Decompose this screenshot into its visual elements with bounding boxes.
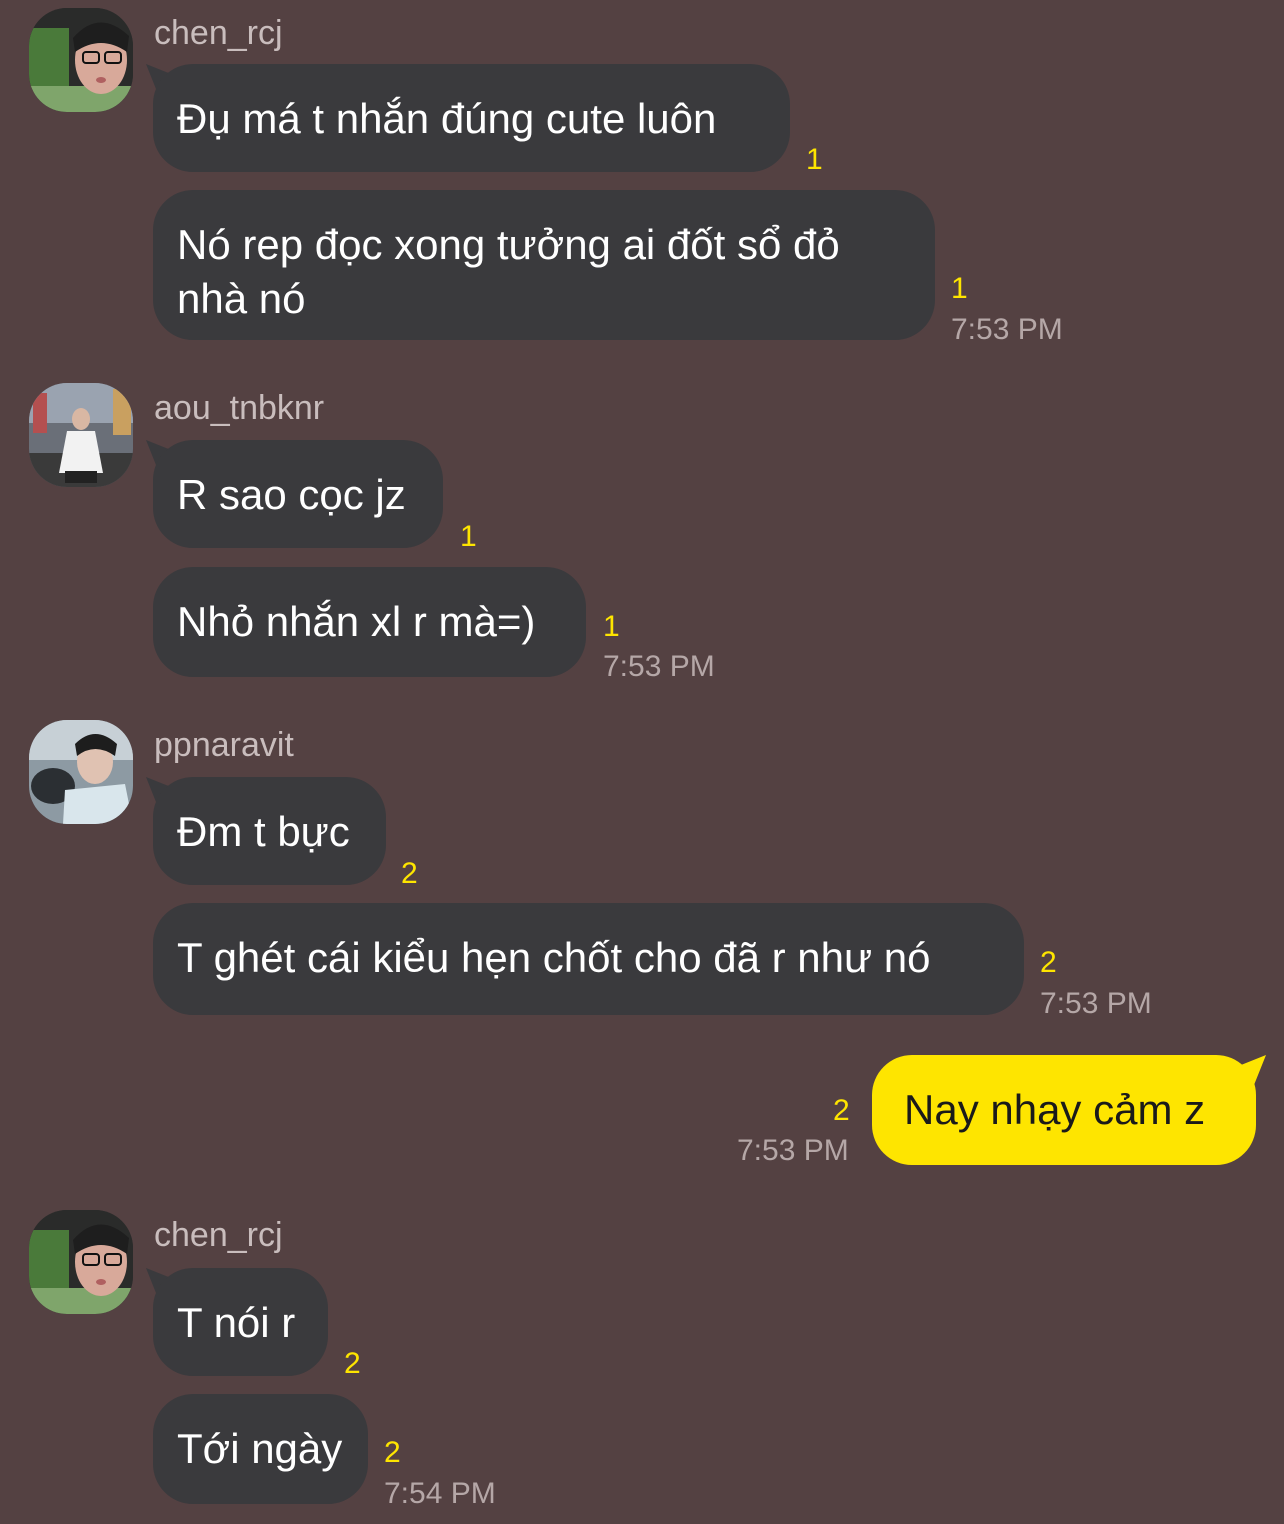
sender-name: chen_rcj xyxy=(154,14,283,52)
message-bubble[interactable]: R sao cọc jz xyxy=(153,440,443,548)
timestamp: 7:53 PM xyxy=(737,1134,849,1167)
avatar-chen-image xyxy=(29,1210,133,1314)
sender-name: chen_rcj xyxy=(154,1216,283,1254)
message-bubble[interactable]: Đụ má t nhắn đúng cute luôn xyxy=(153,64,790,172)
unread-count: 1 xyxy=(460,520,477,553)
message-bubble[interactable]: Đm t bực xyxy=(153,777,386,885)
avatar[interactable] xyxy=(29,720,133,824)
avatar[interactable] xyxy=(29,383,133,487)
my-message-bubble[interactable]: Nay nhạy cảm z xyxy=(872,1055,1256,1165)
unread-count: 1 xyxy=(603,610,620,643)
sender-name: ppnaravit xyxy=(154,726,294,764)
bubble-tail xyxy=(1236,1055,1266,1085)
timestamp: 7:53 PM xyxy=(603,650,715,683)
unread-count: 2 xyxy=(384,1436,401,1469)
avatar[interactable] xyxy=(29,8,133,112)
timestamp: 7:54 PM xyxy=(384,1477,496,1510)
message-bubble[interactable]: Tới ngày xyxy=(153,1394,368,1504)
avatar-ppnaravit-image xyxy=(29,720,133,824)
message-bubble[interactable]: T ghét cái kiểu hẹn chốt cho đã r như nó xyxy=(153,903,1024,1015)
sender-name: aou_tnbknr xyxy=(154,389,325,427)
avatar-aou-image xyxy=(29,383,133,487)
unread-count: 2 xyxy=(833,1094,850,1127)
unread-count: 1 xyxy=(806,143,823,176)
timestamp: 7:53 PM xyxy=(1040,987,1152,1020)
message-bubble[interactable]: Nhỏ nhắn xl r mà=) xyxy=(153,567,586,677)
avatar-chen-image xyxy=(29,8,133,112)
message-bubble[interactable]: T nói r xyxy=(153,1268,328,1376)
unread-count: 2 xyxy=(401,857,418,890)
unread-count: 1 xyxy=(951,272,968,305)
unread-count: 2 xyxy=(344,1347,361,1380)
unread-count: 2 xyxy=(1040,946,1057,979)
timestamp: 7:53 PM xyxy=(951,313,1063,346)
message-bubble[interactable]: Nó rep đọc xong tưởng ai đốt sổ đỏ nhà n… xyxy=(153,190,935,340)
avatar[interactable] xyxy=(29,1210,133,1314)
